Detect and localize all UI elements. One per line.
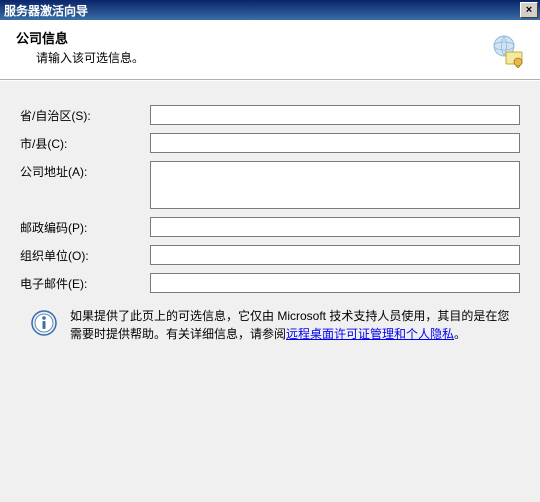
info-row: 如果提供了此页上的可选信息，它仅由 Microsoft 技术支持人员使用，其目的… [20, 307, 520, 343]
wizard-body: 省/自治区(S): 市/县(C): 公司地址(A): 邮政编码(P): 组织单位… [0, 80, 540, 502]
form-row-email: 电子邮件(E): [20, 273, 520, 293]
privacy-link[interactable]: 远程桌面许可证管理和个人隐私 [286, 327, 454, 341]
state-label: 省/自治区(S): [20, 105, 150, 124]
form-row-city: 市/县(C): [20, 133, 520, 153]
org-input[interactable] [150, 245, 520, 265]
city-label: 市/县(C): [20, 133, 150, 152]
form-row-org: 组织单位(O): [20, 245, 520, 265]
info-icon [30, 309, 58, 343]
form-row-address: 公司地址(A): [20, 161, 520, 209]
info-text: 如果提供了此页上的可选信息，它仅由 Microsoft 技术支持人员使用，其目的… [70, 307, 520, 343]
window-titlebar: 服务器激活向导 × [0, 0, 540, 20]
window-title: 服务器激活向导 [4, 2, 88, 19]
wizard-header: 公司信息 请输入该可选信息。 [0, 20, 540, 80]
close-button[interactable]: × [520, 2, 538, 18]
info-text-part2: 。 [454, 327, 466, 341]
postal-label: 邮政编码(P): [20, 217, 150, 236]
city-input[interactable] [150, 133, 520, 153]
page-title: 公司信息 [16, 28, 524, 47]
page-subtitle: 请输入该可选信息。 [36, 49, 524, 66]
form-row-state: 省/自治区(S): [20, 105, 520, 125]
org-label: 组织单位(O): [20, 245, 150, 264]
address-label: 公司地址(A): [20, 161, 150, 180]
email-label: 电子邮件(E): [20, 273, 150, 292]
close-icon: × [526, 5, 532, 16]
state-input[interactable] [150, 105, 520, 125]
wizard-logo-icon [490, 34, 524, 68]
address-input[interactable] [150, 161, 520, 209]
email-input[interactable] [150, 273, 520, 293]
postal-input[interactable] [150, 217, 520, 237]
form-row-postal: 邮政编码(P): [20, 217, 520, 237]
